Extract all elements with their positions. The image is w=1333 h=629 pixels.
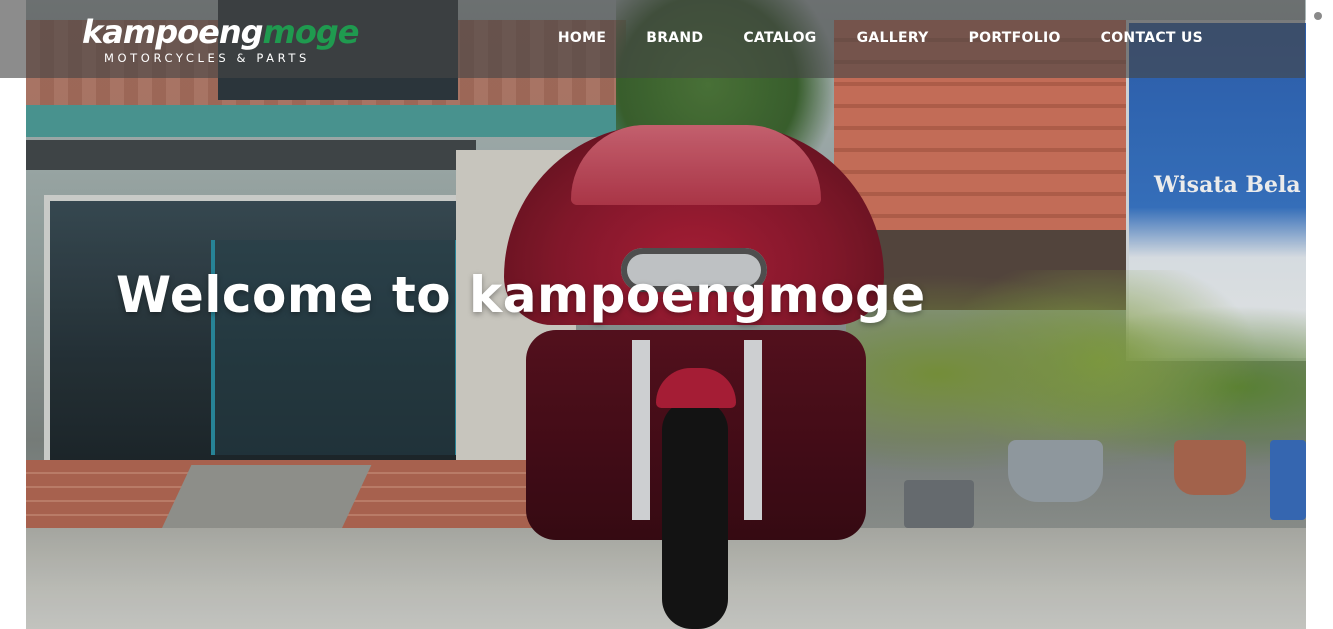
nav-portfolio[interactable]: PORTFOLIO bbox=[969, 28, 1061, 48]
top-navbar: kampoengmoge MOTORCYCLES & PARTS HOME BR… bbox=[0, 0, 1305, 78]
hero-headline: Welcome to kampoengmoge bbox=[116, 266, 926, 324]
logo-word-secondary: moge bbox=[262, 13, 360, 51]
logo-wordmark: kampoengmoge bbox=[82, 13, 360, 51]
main-nav: HOME BRAND CATALOG GALLERY PORTFOLIO CON… bbox=[558, 28, 1203, 48]
nav-gallery[interactable]: GALLERY bbox=[857, 28, 929, 48]
logo-tagline: MOTORCYCLES & PARTS bbox=[104, 51, 310, 65]
scroll-indicator[interactable] bbox=[1314, 12, 1322, 20]
nav-catalog[interactable]: CATALOG bbox=[743, 28, 816, 48]
nav-contact-us[interactable]: CONTACT US bbox=[1101, 28, 1203, 48]
nav-home[interactable]: HOME bbox=[558, 28, 606, 48]
logo-word-primary: kampoeng bbox=[82, 13, 263, 51]
site-logo[interactable]: kampoengmoge MOTORCYCLES & PARTS bbox=[82, 14, 372, 70]
nav-brand[interactable]: BRAND bbox=[646, 28, 703, 48]
